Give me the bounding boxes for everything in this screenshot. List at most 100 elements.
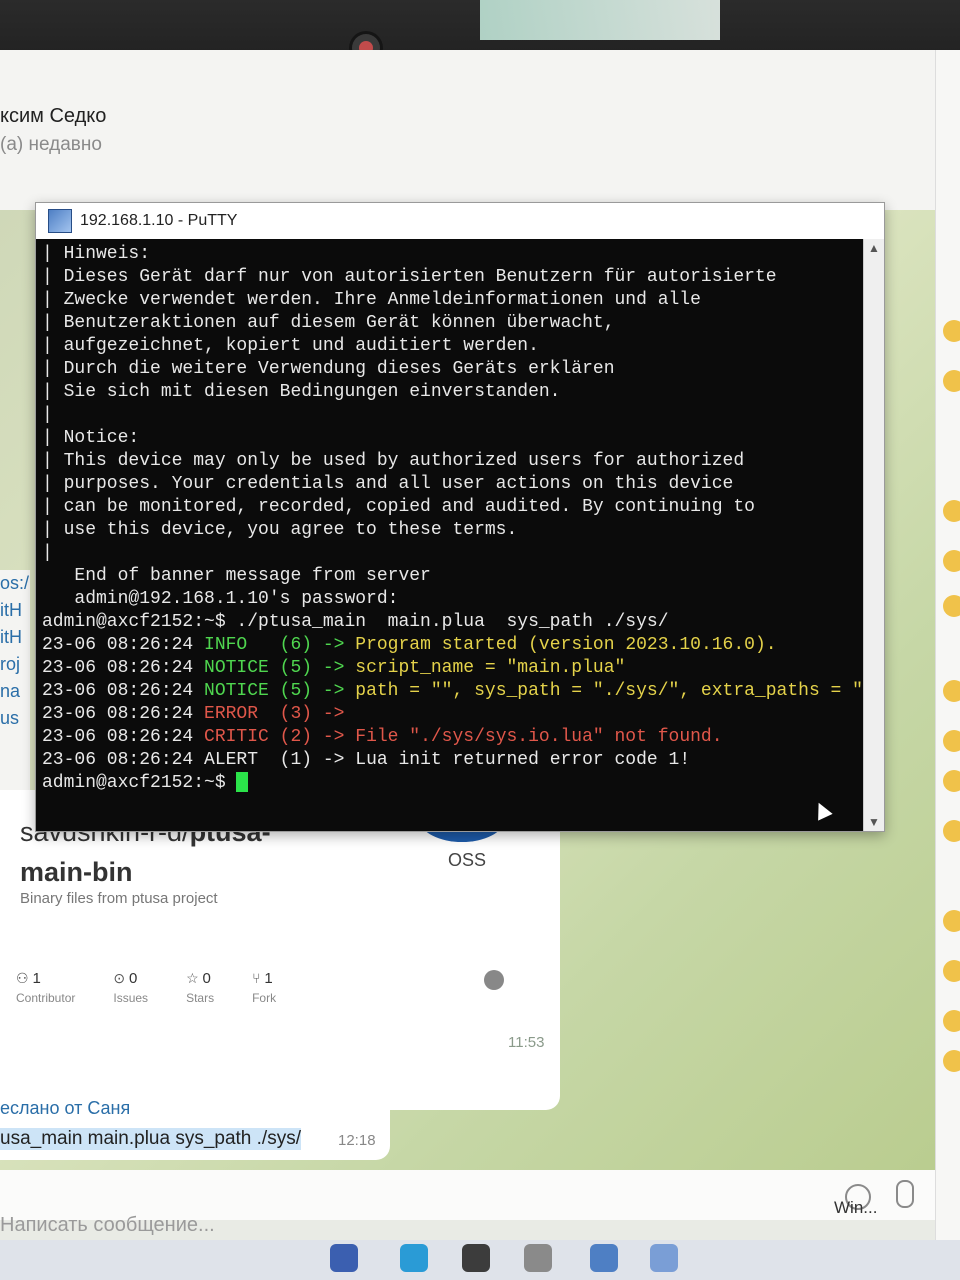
log-message: File "./sys/sys.io.lua" not found. [355,727,723,747]
repo-description: Binary files from ptusa project [20,890,218,907]
chat-list-item[interactable]: roj [0,651,30,678]
log-message: Lua init returned error code 1! [355,750,691,770]
emoji-icon[interactable] [943,595,960,617]
log-timestamp: 23-06 08:26:24 [42,658,205,678]
emoji-icon[interactable] [943,1010,960,1032]
fork-icon: ⑂ [252,970,261,986]
stat-forks: ⑂ 1 Fork [252,970,276,1005]
log-line: 23-06 08:26:24 NOTICE (5) -> path = "", … [42,680,864,703]
forwarded-from[interactable]: еслано от Саня [0,1098,130,1119]
putty-titlebar[interactable]: 192.168.1.10 - PuTTY [36,203,884,239]
emoji-icon[interactable] [943,550,960,572]
repo-stats: ⚇ 1 Contributor ⊙ 0 Issues ☆ 0 Stars ⑂ 1… [16,970,276,1005]
emoji-icon[interactable] [943,960,960,982]
log-code: (3) -> [258,704,356,724]
emoji-panel [935,50,960,1280]
emoji-icon[interactable] [943,320,960,342]
putty-window[interactable]: 192.168.1.10 - PuTTY | Hinweis: | Dieses … [35,202,885,832]
putty-app-icon [48,209,72,233]
tray-label[interactable]: Win... [834,1198,877,1218]
github-icon [484,970,504,990]
contact-status: (а) недавно [0,134,102,155]
star-icon: ☆ [186,970,199,986]
log-message: Program started (version 2023.10.16.0). [355,635,777,655]
terminal-line: | This device may only be used by author… [42,451,745,471]
logo-subtitle: OSS [448,850,487,870]
text-cursor [236,772,249,793]
message-time: 12:18 [338,1132,376,1149]
putty-taskbar-icon[interactable] [590,1244,618,1272]
message-input[interactable]: Написать сообщение... [0,1214,215,1237]
microphone-icon[interactable] [896,1180,914,1208]
emoji-icon[interactable] [943,820,960,842]
log-timestamp: 23-06 08:26:24 [42,704,205,724]
terminal-line: | Durch die weitere Verwendung dieses Ge… [42,359,615,379]
stat-value: 1 [264,970,273,987]
chat-list-item[interactable]: os:/ [0,570,30,597]
people-icon: ⚇ [16,970,29,986]
log-level: ERROR [204,704,259,724]
terminal-line: admin@axcf2152:~$ ./ptusa_main main.plua… [42,612,669,632]
github-link-preview[interactable]: savushkin-r-d/ptusa- main-bin Savushkin … [0,790,560,1110]
log-level: INFO [204,635,248,655]
log-line: 23-06 08:26:24 NOTICE (5) -> script_name… [42,657,862,680]
emoji-icon[interactable] [943,500,960,522]
chat-list-item[interactable]: us [0,705,30,732]
stat-contributors: ⚇ 1 Contributor [16,970,75,1005]
terminal-line: admin@192.168.1.10's password: [42,589,399,609]
emoji-icon[interactable] [943,1050,960,1072]
forwarded-message[interactable]: еслано от Саня usa_main main.plua sys_pa… [0,1090,390,1160]
stat-stars: ☆ 0 Stars [186,970,214,1005]
log-message: path = "", sys_path = "./sys/", extra_pa… [355,681,864,701]
terminal-line: | Zwecke verwendet werden. Ihre Anmeldei… [42,290,701,310]
taskbar: Win... [0,1198,960,1280]
terminal-line: | Benutzeraktionen auf diesem Gerät könn… [42,313,615,333]
stat-issues: ⊙ 0 Issues [113,970,148,1005]
scroll-up-icon[interactable]: ▲ [868,241,880,255]
terminal-output[interactable]: | Hinweis: | Dieses Gerät darf nur von au… [36,239,864,831]
terminal-line: | [42,405,53,425]
emoji-icon[interactable] [943,770,960,792]
terminal-line: End of banner message from server [42,566,431,586]
message-time: 11:53 [508,1034,545,1051]
network-icon[interactable] [650,1244,678,1272]
log-code: (6) -> [247,635,356,655]
log-code: (5) -> [268,658,356,678]
contact-name[interactable]: ксим Седко [0,105,106,128]
log-line: 23-06 08:26:24 ALERT (1) -> Lua init ret… [42,749,862,772]
terminal-line: | Sie sich mit diesen Bedingungen einver… [42,382,561,402]
terminal-line: | use this device, you agree to these te… [42,520,518,540]
emoji-icon[interactable] [943,730,960,752]
stat-value: 1 [32,970,41,987]
repo-name-part-2: main-bin [20,857,133,887]
screen: ксим Седко (а) недавно os:/ itH itH roj … [0,50,960,1280]
visual-studio-icon[interactable] [330,1244,358,1272]
emoji-icon[interactable] [943,370,960,392]
chat-list-item[interactable]: itH [0,624,30,651]
issue-icon: ⊙ [113,970,126,986]
background-glare [480,0,720,40]
window-title: 192.168.1.10 - PuTTY [80,212,238,229]
emoji-icon[interactable] [943,680,960,702]
chat-list-item[interactable]: itH [0,597,30,624]
telegram-icon[interactable] [400,1244,428,1272]
log-timestamp: 23-06 08:26:24 [42,681,205,701]
log-timestamp: 23-06 08:26:24 [42,750,205,770]
log-message: script_name = "main.plua" [355,658,626,678]
settings-icon[interactable] [462,1244,490,1272]
terminal-prompt[interactable]: admin@axcf2152:~$ [42,772,862,795]
terminal-line: | purposes. Your credentials and all use… [42,474,734,494]
emoji-icon[interactable] [943,910,960,932]
terminal-scrollbar[interactable]: ▲ ▼ [863,239,884,831]
scroll-down-icon[interactable]: ▼ [868,815,880,829]
terminal-line: | Dieses Gerät darf nur von autorisierte… [42,267,777,287]
terminal-line: | [42,543,53,563]
chat-list-item[interactable]: na [0,678,30,705]
log-line: 23-06 08:26:24 CRITIC (2) -> File "./sys… [42,726,862,749]
log-code: (5) -> [268,681,356,701]
log-code: (2) -> [268,727,356,747]
app-icon[interactable] [524,1244,552,1272]
log-level: NOTICE [204,658,269,678]
log-line: 23-06 08:26:24 INFO (6) -> Program start… [42,634,862,657]
log-level: CRITIC [204,727,269,747]
